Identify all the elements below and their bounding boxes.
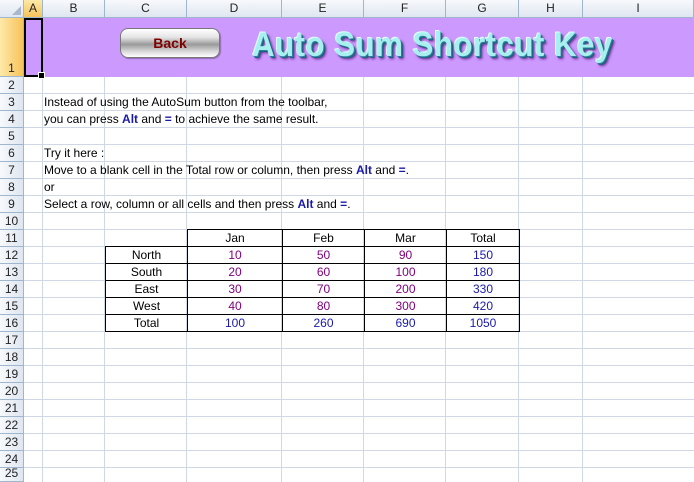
gridline — [24, 467, 694, 468]
gridline — [24, 348, 694, 349]
row-label[interactable]: West — [105, 297, 188, 315]
row-header-16[interactable]: 16 — [0, 315, 24, 332]
row-label[interactable]: East — [105, 280, 188, 298]
select-all-corner[interactable] — [0, 0, 24, 18]
row-header-7[interactable]: 7 — [0, 162, 24, 179]
total-cell[interactable]: 100 — [187, 314, 283, 332]
column-header-i[interactable]: I — [583, 0, 694, 18]
table-row: North 10 50 90 150 — [105, 246, 520, 264]
table-header-cell[interactable]: Jan — [187, 229, 283, 247]
row-header-18[interactable]: 18 — [0, 349, 24, 366]
column-header-c[interactable]: C — [105, 0, 187, 18]
row-header-15[interactable]: 15 — [0, 298, 24, 315]
row-label[interactable]: North — [105, 246, 188, 264]
row-header-12[interactable]: 12 — [0, 247, 24, 264]
table-header-cell[interactable]: Feb — [282, 229, 365, 247]
column-header-e[interactable]: E — [282, 0, 364, 18]
row-header-20[interactable]: 20 — [0, 383, 24, 400]
row-header-5[interactable]: 5 — [0, 128, 24, 145]
value-cell[interactable]: 50 — [282, 246, 365, 264]
column-header-h[interactable]: H — [519, 0, 583, 18]
total-cell[interactable]: 330 — [446, 280, 520, 298]
table-row: Total 100 260 690 1050 — [105, 314, 520, 332]
gridline — [582, 18, 583, 482]
row-label[interactable]: Total — [105, 314, 188, 332]
column-header-d[interactable]: D — [187, 0, 282, 18]
total-cell[interactable]: 180 — [446, 263, 520, 281]
row-header-25[interactable]: 25 — [0, 466, 24, 482]
instruction-line-8: or — [44, 180, 55, 194]
total-cell[interactable]: 260 — [282, 314, 365, 332]
table-header-row: Jan Feb Mar Total — [106, 229, 520, 247]
gridline — [24, 416, 694, 417]
row-header-8[interactable]: 8 — [0, 179, 24, 196]
row-header-13[interactable]: 13 — [0, 264, 24, 281]
row-header-2[interactable]: 2 — [0, 77, 24, 94]
gridline — [24, 433, 694, 434]
back-button[interactable]: Back — [120, 28, 220, 58]
row-header-22[interactable]: 22 — [0, 417, 24, 434]
gridline — [24, 382, 694, 383]
instruction-line-7: Move to a blank cell in the Total row or… — [44, 163, 409, 177]
gridline — [24, 365, 694, 366]
row-header-21[interactable]: 21 — [0, 400, 24, 417]
value-cell[interactable]: 20 — [187, 263, 283, 281]
value-cell[interactable]: 90 — [364, 246, 447, 264]
table-header-cell[interactable]: Total — [446, 229, 520, 247]
row-header-11[interactable]: 11 — [0, 230, 24, 247]
row-header-1[interactable]: 1 — [0, 18, 24, 77]
row-label[interactable]: South — [105, 263, 188, 281]
value-cell[interactable]: 40 — [187, 297, 283, 315]
table-row: South 20 60 100 180 — [105, 263, 520, 281]
total-cell[interactable]: 690 — [364, 314, 447, 332]
total-cell[interactable]: 420 — [446, 297, 520, 315]
row-header-14[interactable]: 14 — [0, 281, 24, 298]
instruction-line-3: Instead of using the AutoSum button from… — [44, 95, 328, 109]
row-header-3[interactable]: 3 — [0, 94, 24, 111]
table-header-blank — [106, 230, 188, 247]
sales-table: Jan Feb Mar Total North 10 50 90 150 Sou… — [105, 229, 520, 332]
value-cell[interactable]: 200 — [364, 280, 447, 298]
gridline — [24, 450, 694, 451]
value-cell[interactable]: 80 — [282, 297, 365, 315]
row-header-6[interactable]: 6 — [0, 145, 24, 162]
total-cell[interactable]: 1050 — [446, 314, 520, 332]
row-header-23[interactable]: 23 — [0, 434, 24, 451]
instruction-line-6: Try it here : — [44, 146, 105, 160]
column-header-a[interactable]: A — [24, 0, 43, 18]
spreadsheet-grid[interactable]: A B C D E F G H I 1 2 3 4 5 6 7 8 9 10 1… — [0, 0, 694, 482]
row-header-10[interactable]: 10 — [0, 213, 24, 230]
gridline — [42, 18, 43, 482]
table-header-cell[interactable]: Mar — [364, 229, 447, 247]
instruction-line-4: you can press Alt and = to achieve the s… — [44, 112, 319, 126]
active-cell-a1[interactable] — [24, 18, 45, 79]
page-title: Auto Sum Shortcut Key — [252, 26, 613, 64]
total-cell[interactable]: 150 — [446, 246, 520, 264]
value-cell[interactable]: 30 — [187, 280, 283, 298]
row-header-9[interactable]: 9 — [0, 196, 24, 213]
value-cell[interactable]: 100 — [364, 263, 447, 281]
instruction-line-9: Select a row, column or all cells and th… — [44, 197, 351, 211]
table-row: West 40 80 300 420 — [105, 297, 520, 315]
value-cell[interactable]: 10 — [187, 246, 283, 264]
value-cell[interactable]: 300 — [364, 297, 447, 315]
value-cell[interactable]: 70 — [282, 280, 365, 298]
column-header-f[interactable]: F — [364, 0, 446, 18]
row-header-4[interactable]: 4 — [0, 111, 24, 128]
column-header-b[interactable]: B — [43, 0, 105, 18]
gridline — [24, 144, 694, 145]
value-cell[interactable]: 60 — [282, 263, 365, 281]
table-row: East 30 70 200 330 — [105, 280, 520, 298]
gridline — [24, 399, 694, 400]
row-header-17[interactable]: 17 — [0, 332, 24, 349]
column-header-g[interactable]: G — [446, 0, 519, 18]
row-header-19[interactable]: 19 — [0, 366, 24, 383]
